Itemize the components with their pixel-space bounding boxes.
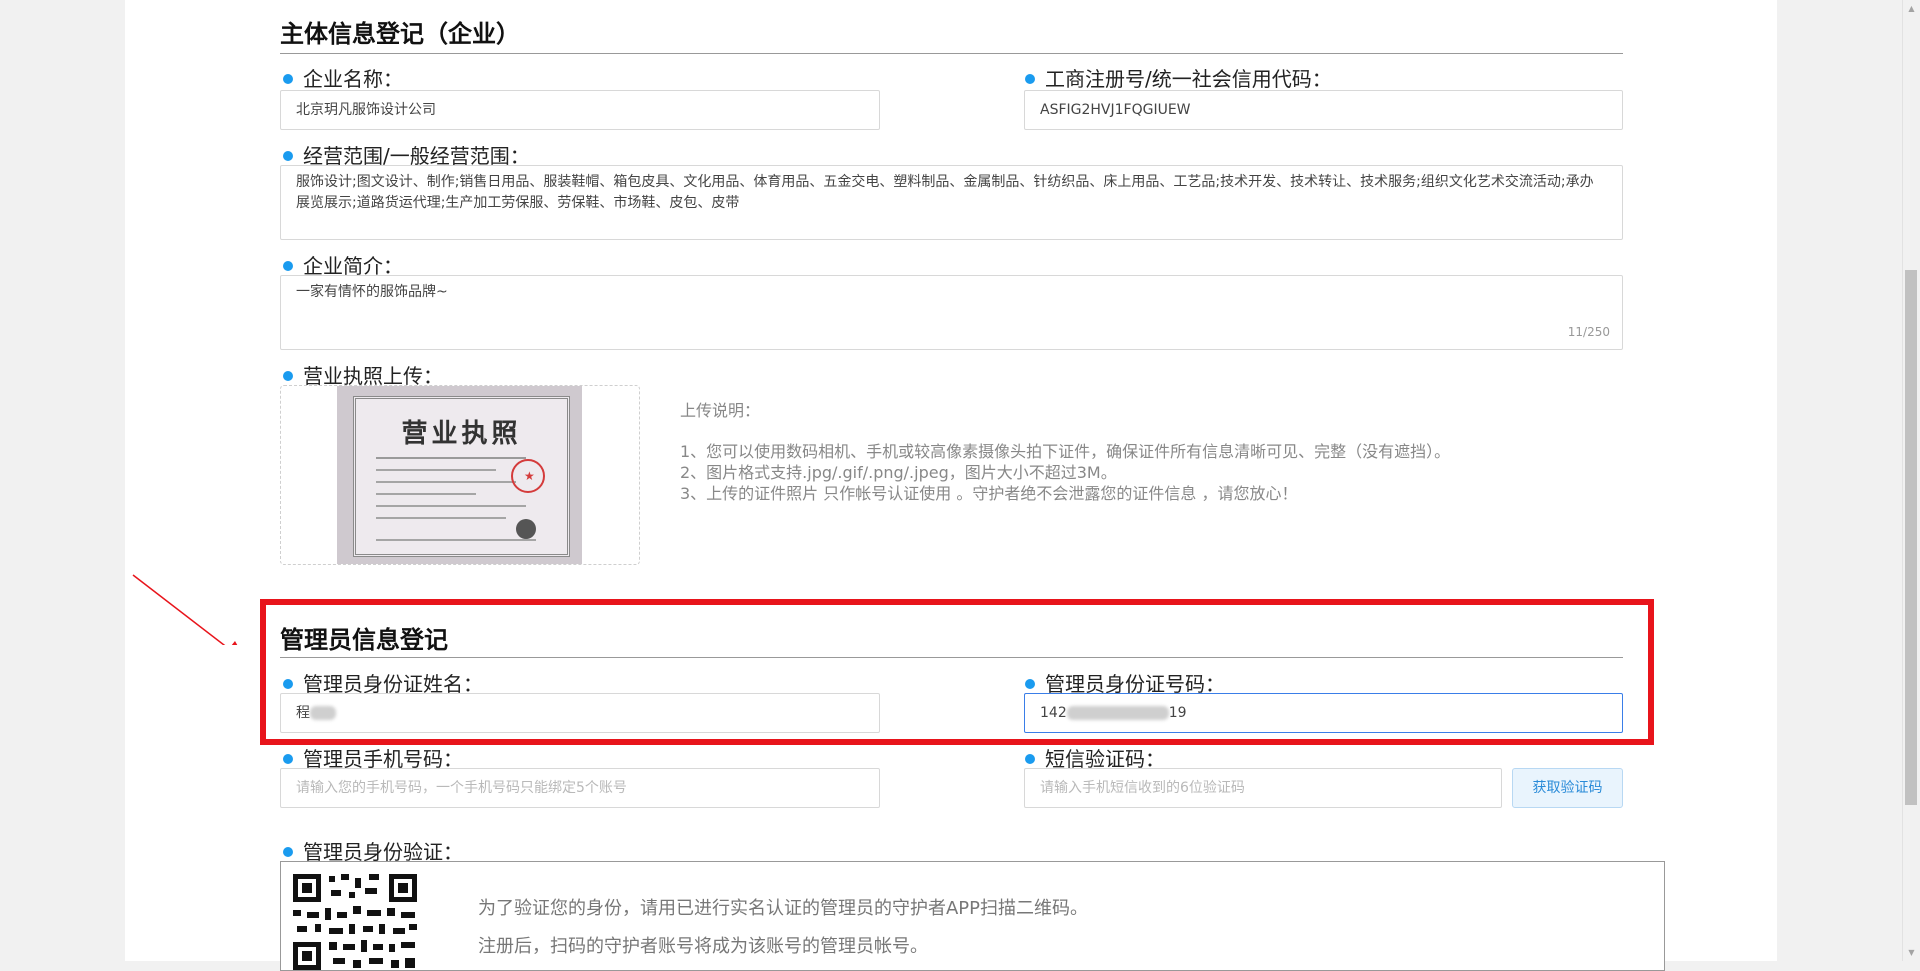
vertical-scrollbar[interactable]: ▲ ▼ (1902, 0, 1920, 961)
section-divider (280, 53, 1623, 54)
business-scope-textarea[interactable]: 服饰设计;图文设计、制作;销售日用品、服装鞋帽、箱包皮具、文化用品、体育用品、五… (280, 165, 1623, 240)
qr-code-icon (293, 874, 417, 970)
scroll-down-icon[interactable]: ▼ (1903, 944, 1920, 961)
license-upload-box[interactable]: 营业执照 ★ (280, 385, 640, 565)
license-image: 营业执照 ★ (337, 386, 582, 564)
bullet-dot-icon (1025, 73, 1035, 84)
sms-code-input[interactable]: 请输入手机短信收到的6位验证码 (1024, 768, 1502, 808)
bullet-dot-icon (283, 753, 293, 764)
admin-phone-input[interactable]: 请输入您的手机号码，一个手机号码只能绑定5个账号 (280, 768, 880, 808)
bullet-dot-icon (283, 150, 293, 161)
license-title-text: 营业执照 (401, 419, 522, 449)
verify-text-1: 为了验证您的身份，请用已进行实名认证的管理员的守护者APP扫描二维码。 (478, 898, 1089, 919)
company-name-label: 企业名称： (283, 63, 403, 92)
upload-note-2: 2、图片格式支持.jpg/.gif/.png/.jpeg，图片大小不超过3M。 (680, 463, 1117, 482)
reg-code-label: 工商注册号/统一社会信用代码： (1025, 63, 1332, 92)
annotation-arrow-icon (132, 574, 238, 645)
get-sms-code-button[interactable]: 获取验证码 (1512, 768, 1623, 808)
highlight-box (260, 599, 1654, 745)
company-section-title: 主体信息登记（企业） (280, 20, 520, 48)
scrollbar-thumb[interactable] (1905, 270, 1917, 805)
company-name-input[interactable]: 北京玥凡服饰设计公司 (280, 90, 880, 130)
scroll-up-icon[interactable]: ▲ (1903, 0, 1920, 17)
company-intro-textarea[interactable]: 一家有情怀的服饰品牌~ 11/250 (280, 275, 1623, 350)
upload-note-1: 1、您可以使用数码相机、手机或较高像素摄像头拍下证件，确保证件所有信息清晰可见、… (680, 442, 1451, 461)
company-intro-text: 一家有情怀的服饰品牌~ (296, 284, 448, 300)
upload-note-3: 3、上传的证件照片 只作帐号认证使用 。守护者绝不会泄露您的证件信息 ，请您放心… (680, 484, 1298, 503)
bullet-dot-icon (1025, 753, 1035, 764)
qr-stamp-icon (516, 519, 536, 539)
bullet-dot-icon (283, 260, 293, 271)
upload-note-title: 上传说明： (680, 401, 761, 420)
char-counter: 11/250 (1567, 325, 1610, 339)
reg-code-input[interactable]: ASFIG2HVJ1FQGIUEW (1024, 90, 1623, 130)
red-seal-icon: ★ (511, 459, 545, 493)
bullet-dot-icon (283, 370, 293, 381)
verify-text-2: 注册后，扫码的守护者账号将成为该账号的管理员帐号。 (478, 936, 928, 957)
bullet-dot-icon (283, 846, 293, 857)
page-content: 主体信息登记（企业） 企业名称： 北京玥凡服饰设计公司 工商注册号/统一社会信用… (125, 0, 1777, 971)
qr-verify-box: 为了验证您的身份，请用已进行实名认证的管理员的守护者APP扫描二维码。 注册后，… (280, 861, 1665, 971)
bullet-dot-icon (283, 73, 293, 84)
